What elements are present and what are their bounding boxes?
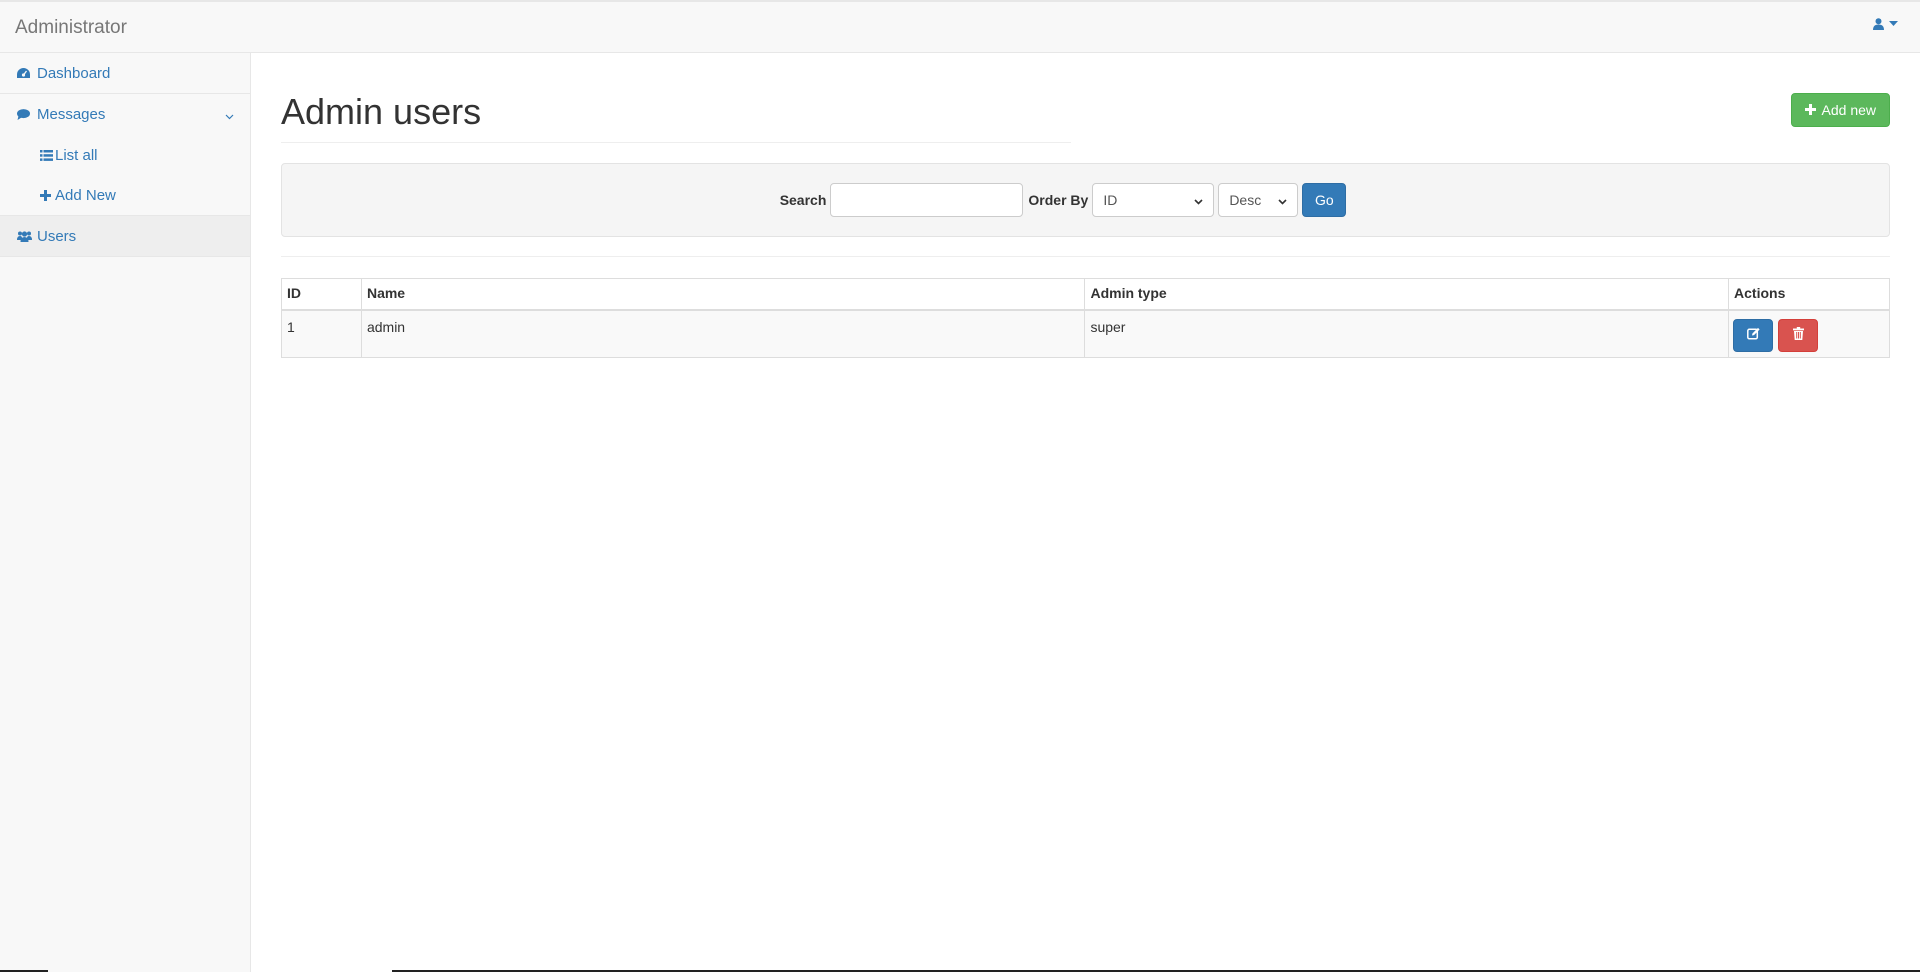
sidebar-item-users[interactable]: Users — [0, 216, 250, 257]
column-header-id[interactable]: ID — [281, 278, 362, 311]
sidebar-item-label: List all — [55, 146, 98, 164]
search-label: Search — [779, 192, 827, 208]
cell-name: admin — [360, 309, 1086, 358]
chevron-down-icon — [225, 107, 234, 124]
comment-icon — [17, 109, 33, 120]
sidebar-item-add-new[interactable]: Add New — [0, 175, 250, 215]
top-navbar: Administrator — [0, 0, 1920, 53]
column-header-admin-type[interactable]: Admin type — [1084, 278, 1730, 311]
order-by-value: ID — [1103, 192, 1118, 208]
chevron-down-icon — [1194, 192, 1203, 208]
delete-button[interactable] — [1778, 318, 1819, 352]
table-row: 1 admin super — [281, 309, 1890, 358]
sidebar-item-dashboard[interactable]: Dashboard — [0, 53, 250, 94]
brand-title[interactable]: Administrator — [15, 17, 127, 39]
user-menu-toggle[interactable] — [1873, 18, 1898, 30]
cell-id: 1 — [281, 309, 362, 358]
plus-icon — [1804, 102, 1816, 118]
admin-users-table: ID Name Admin type Actions 1 admin super — [281, 278, 1890, 358]
sidebar-item-label: Add New — [55, 186, 116, 204]
plus-icon — [40, 189, 53, 201]
user-icon — [1873, 18, 1884, 30]
caret-down-icon — [1889, 21, 1898, 27]
dashboard-icon — [17, 67, 33, 79]
cell-admin-type: super — [1084, 309, 1730, 358]
sort-direction-select[interactable]: Desc — [1218, 183, 1299, 217]
add-new-button[interactable]: Add new — [1790, 93, 1890, 127]
add-new-label: Add new — [1821, 102, 1876, 118]
edit-icon — [1746, 327, 1760, 343]
sidebar-item-label: Dashboard — [37, 64, 111, 82]
title-divider — [281, 142, 1071, 143]
search-input[interactable] — [830, 183, 1024, 217]
sort-direction-value: Desc — [1229, 192, 1262, 208]
trash-icon — [1792, 327, 1804, 343]
section-divider — [281, 256, 1890, 257]
sidebar-item-messages[interactable]: Messages — [0, 94, 250, 135]
sidebar-item-label: Messages — [37, 106, 106, 123]
page-title: Admin users — [281, 91, 482, 132]
sidebar: Dashboard Messages List all Add New User… — [0, 53, 251, 972]
edit-button[interactable] — [1733, 318, 1774, 352]
order-by-select[interactable]: ID — [1092, 183, 1215, 217]
sidebar-item-list-all[interactable]: List all — [0, 135, 250, 175]
users-icon — [17, 230, 33, 242]
table-header-row: ID Name Admin type Actions — [281, 278, 1890, 311]
sidebar-item-label: Users — [37, 227, 77, 245]
go-button[interactable]: Go — [1302, 183, 1347, 217]
cell-actions — [1728, 309, 1890, 358]
column-header-actions: Actions — [1728, 278, 1890, 311]
chevron-down-icon — [1278, 192, 1287, 208]
order-by-label: Order By — [1028, 192, 1089, 208]
column-header-name[interactable]: Name — [360, 278, 1086, 311]
filter-panel: Search Order By ID Desc Go — [281, 163, 1890, 237]
list-icon — [40, 149, 54, 161]
